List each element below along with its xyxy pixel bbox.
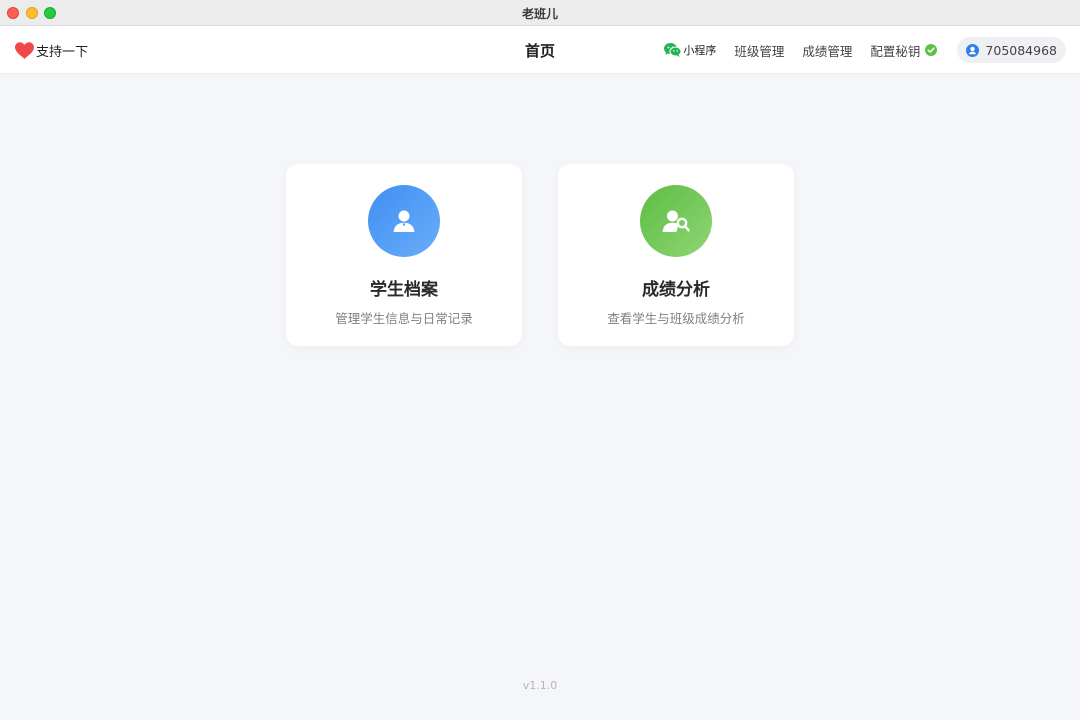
user-avatar-icon [966, 43, 980, 57]
support-label: 支持一下 [36, 44, 89, 60]
card-title: 学生档案 [370, 280, 438, 300]
person-search-icon [662, 210, 690, 232]
window-title: 老班儿 [521, 7, 558, 21]
user-account-button[interactable]: 705084968 [957, 37, 1066, 63]
heart-icon [15, 41, 34, 59]
card-description: 查看学生与班级成绩分析 [607, 311, 745, 326]
wechat-icon [664, 43, 682, 57]
student-profile-card[interactable]: 学生档案 管理学生信息与日常记录 [286, 164, 522, 346]
score-analysis-card[interactable]: 成绩分析 查看学生与班级成绩分析 [558, 164, 794, 346]
card-icon-circle [640, 185, 712, 257]
version-label: v1.1.0 [522, 679, 558, 692]
miniprogram-link[interactable]: 小程序 [664, 42, 716, 58]
card-title: 成绩分析 [642, 280, 710, 300]
card-icon-circle [368, 185, 440, 257]
app-window: 老班儿 支持一下 首页 小程序 班级管理 成绩管理 配置秘钥 705084968… [0, 0, 1080, 720]
miniprogram-label: 小程序 [683, 44, 717, 57]
nav-config-key[interactable]: 配置秘钥 [870, 41, 938, 60]
support-button[interactable]: 支持一下 [15, 40, 88, 60]
card-description: 管理学生信息与日常记录 [335, 311, 473, 326]
app-header: 支持一下 首页 小程序 班级管理 成绩管理 配置秘钥 705084968 [0, 26, 1080, 74]
title-bar: 老班儿 [0, 0, 1080, 26]
config-key-label: 配置秘钥 [870, 43, 921, 59]
nav-class-manage[interactable]: 班级管理 [734, 41, 784, 60]
person-icon [393, 210, 415, 232]
nav-score-manage[interactable]: 成绩管理 [802, 41, 852, 60]
top-nav: 小程序 班级管理 成绩管理 配置秘钥 705084968 [664, 36, 1066, 64]
user-id: 705084968 [985, 42, 1057, 58]
check-circle-icon [925, 44, 938, 56]
